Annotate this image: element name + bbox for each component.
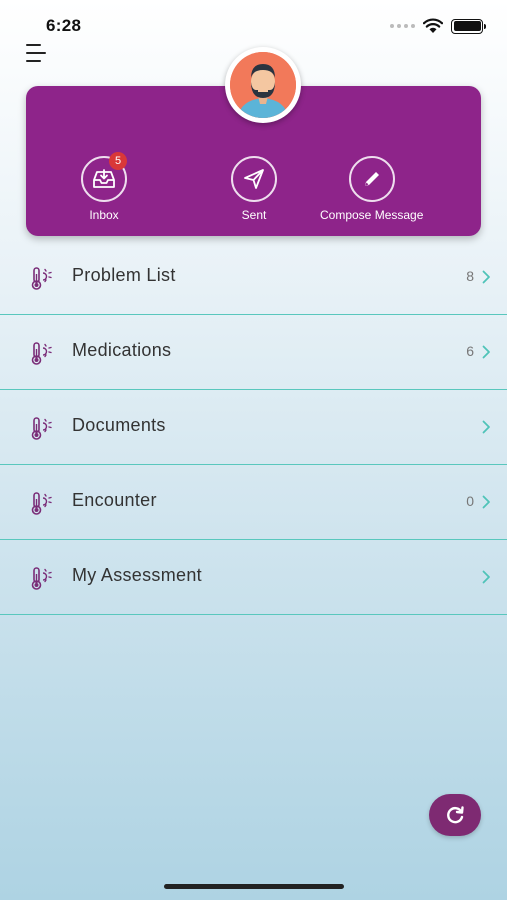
- thermometer-icon: [31, 417, 52, 440]
- refresh-icon: [447, 806, 464, 824]
- status-time: 6:28: [46, 16, 82, 35]
- list-item-count: 6: [466, 343, 474, 359]
- thermometer-icon: [31, 567, 52, 590]
- list-item-documents[interactable]: Documents: [0, 390, 507, 465]
- send-icon: [244, 169, 264, 189]
- list-item-label: My Assessment: [72, 565, 202, 585]
- inbox-badge: 5: [109, 152, 127, 170]
- chevron-right-icon: [482, 345, 490, 359]
- chevron-right-icon: [482, 570, 490, 584]
- list-item-my-assessment[interactable]: My Assessment: [0, 540, 507, 615]
- thermometer-icon: [31, 342, 52, 365]
- list-item-label: Problem List: [72, 265, 176, 285]
- pencil-icon: [364, 172, 379, 186]
- inbox-label: Inbox: [89, 208, 119, 222]
- compose-circle: [348, 156, 395, 202]
- inbox-circle: 5: [81, 152, 127, 202]
- home-indicator[interactable]: [164, 884, 344, 889]
- menu-list: Problem List 8 Medications 6 Documents E…: [0, 240, 507, 615]
- list-item-problem-list[interactable]: Problem List 8: [0, 240, 507, 315]
- sent-button[interactable]: Sent: [231, 156, 277, 222]
- list-item-medications[interactable]: Medications 6: [0, 315, 507, 390]
- chevron-right-icon: [482, 420, 490, 434]
- list-item-label: Documents: [72, 415, 166, 435]
- chevron-right-icon: [482, 495, 490, 509]
- chevron-right-icon: [482, 270, 490, 284]
- list-item-encounter[interactable]: Encounter 0: [0, 465, 507, 540]
- menu-button[interactable]: [26, 42, 48, 64]
- thermometer-icon: [31, 492, 52, 515]
- compose-message-label: Compose Message: [320, 208, 424, 222]
- status-bar: 6:28: [0, 0, 507, 48]
- list-item-label: Encounter: [72, 490, 157, 510]
- cellular-signal-icon: [390, 24, 415, 28]
- thermometer-icon: [31, 267, 52, 290]
- list-item-label: Medications: [72, 340, 172, 360]
- avatar[interactable]: [225, 47, 301, 123]
- compose-message-button[interactable]: Compose Message: [320, 156, 423, 222]
- sent-label: Sent: [241, 208, 267, 222]
- inbox-button[interactable]: 5 Inbox: [81, 152, 127, 222]
- refresh-button[interactable]: [429, 794, 481, 836]
- list-item-count: 8: [466, 268, 474, 284]
- wifi-icon: [423, 18, 443, 33]
- status-indicators: [390, 18, 486, 34]
- list-item-count: 0: [466, 493, 474, 509]
- sent-circle: [231, 156, 277, 202]
- avatar-image: [230, 52, 296, 118]
- battery-icon: [451, 18, 486, 34]
- inbox-icon: [93, 169, 115, 188]
